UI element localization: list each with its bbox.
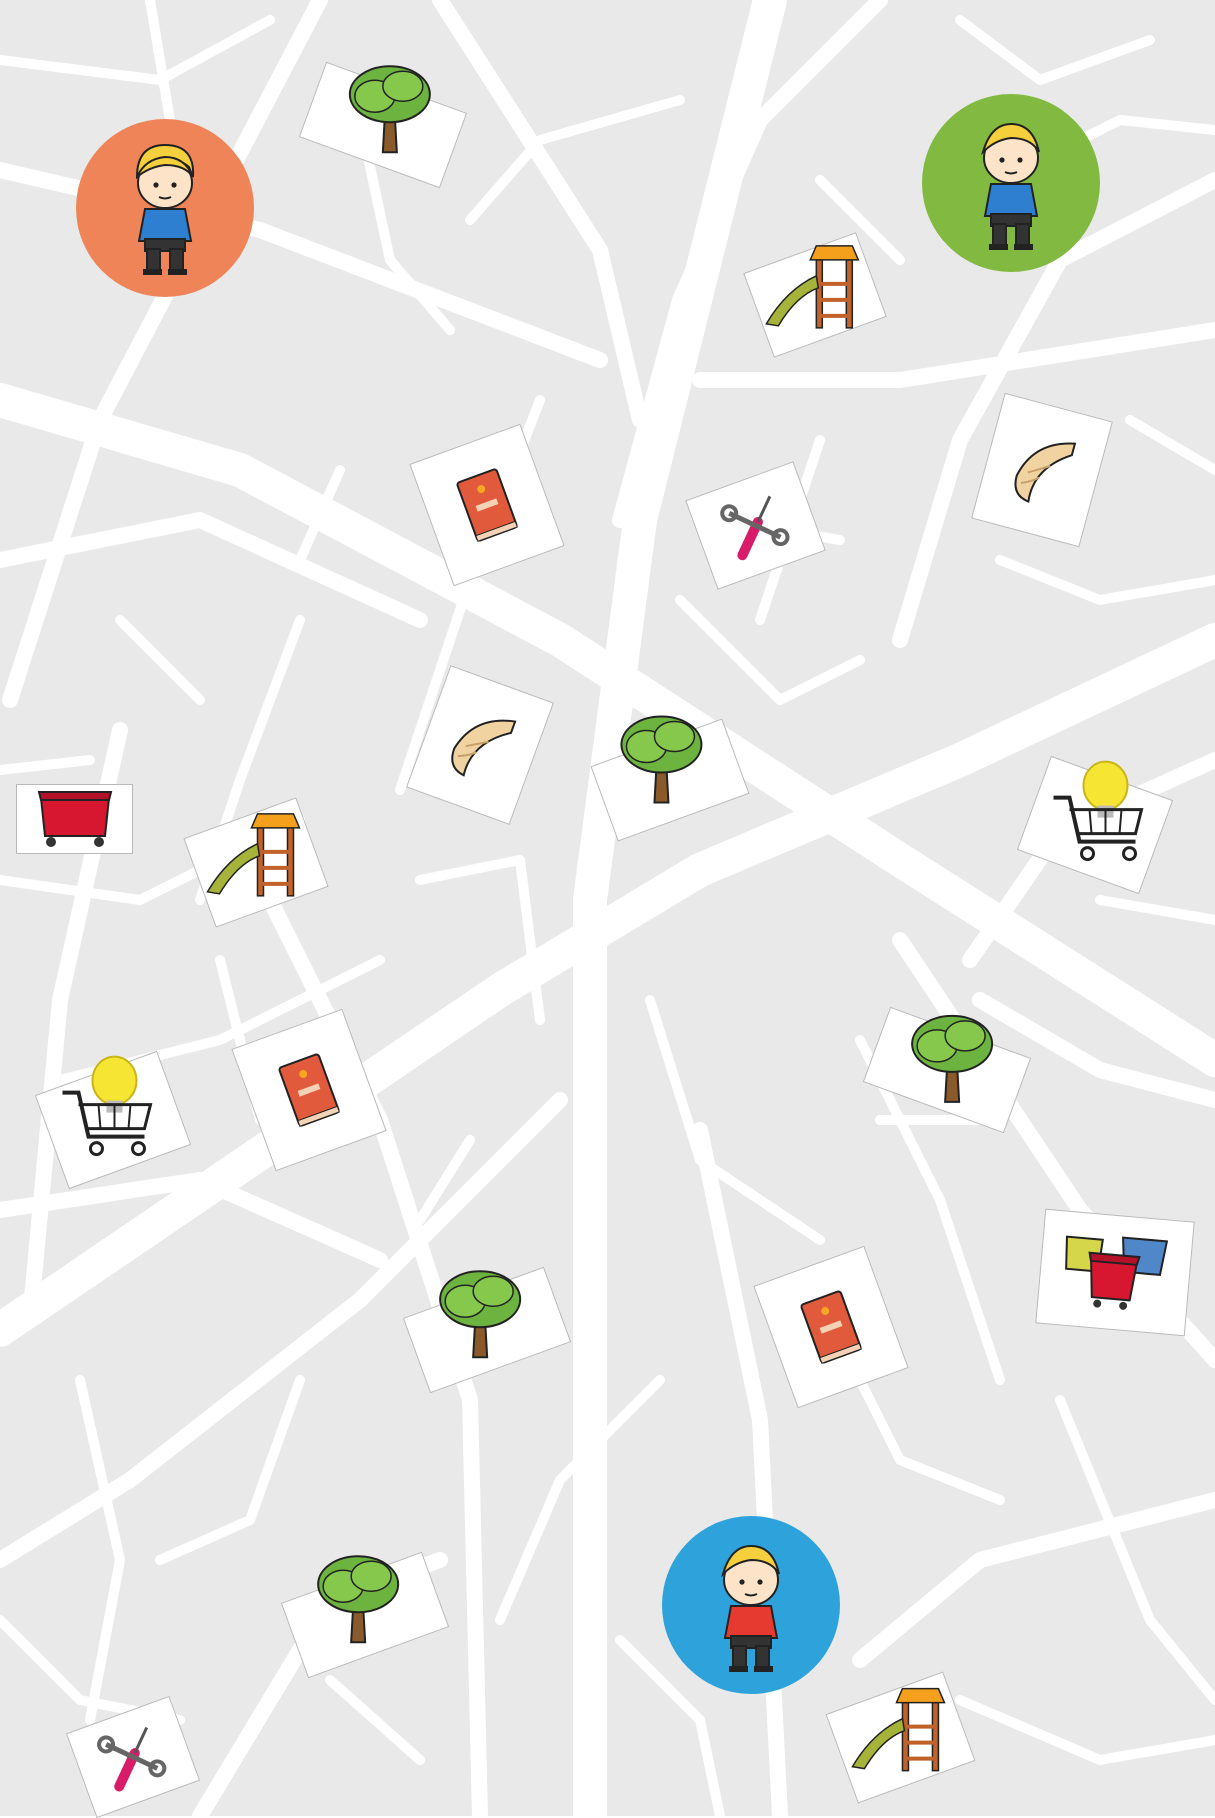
boy-icon: [135, 143, 195, 275]
player-marker-blue[interactable]: [662, 1516, 840, 1694]
playground-slide-icon: [850, 1687, 945, 1772]
red-container-icon: [37, 791, 112, 847]
croissant-icon: [451, 719, 517, 777]
screwdriver-wrench-icon: [719, 495, 789, 560]
shopping-cart-bulb-icon: [62, 1055, 153, 1157]
player-marker-green[interactable]: [922, 94, 1100, 272]
boy-icon: [980, 122, 1040, 250]
croissant-icon: [1014, 442, 1077, 503]
tree-icon: [317, 1555, 400, 1644]
screwdriver-wrench-icon: [97, 1726, 167, 1792]
book-icon: [800, 1290, 862, 1364]
game-board: [0, 0, 1215, 1818]
recycling-bins-icon: [1065, 1235, 1169, 1310]
shopping-cart-bulb-icon: [1053, 760, 1144, 862]
playground-slide-icon: [765, 245, 860, 329]
tree-icon: [439, 1270, 522, 1359]
location-card-recycling[interactable]: [16, 784, 133, 854]
player-marker-orange[interactable]: [76, 119, 254, 297]
tree-icon: [348, 65, 431, 154]
tree-icon: [911, 1014, 994, 1103]
playground-slide-icon: [206, 812, 301, 897]
book-icon: [456, 468, 518, 542]
book-icon: [278, 1053, 340, 1127]
location-card-recycling[interactable]: [1035, 1208, 1195, 1337]
tree-icon: [620, 715, 703, 804]
boy-icon: [720, 1544, 780, 1672]
